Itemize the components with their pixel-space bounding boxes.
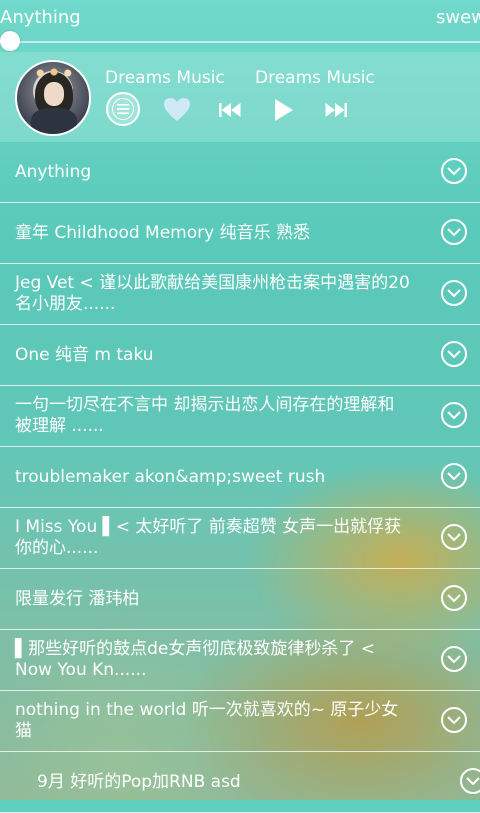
list-item-title: 一句一切尽在不言中 却揭示出恋人间存在的理解和被理解 ...... (15, 395, 395, 436)
music-player-screen: Anything swew Dreams Music Dreams Music (0, 0, 480, 813)
previous-button[interactable] (218, 92, 242, 128)
list-item[interactable]: Anything (0, 142, 480, 203)
list-item-title: nothing in the world 听一次就喜欢的~ 原子少女猫 (15, 700, 399, 741)
chevron-down-icon[interactable] (460, 768, 480, 794)
list-item[interactable]: troublemaker akon&amp;sweet rush (0, 447, 480, 508)
list-item-title: 童年 Childhood Memory 纯音乐 熟悉 (15, 222, 311, 243)
chevron-down-icon[interactable] (441, 646, 467, 672)
top-bar: Anything swew (0, 0, 480, 34)
list-item[interactable]: 9月 好听的Pop加RNB asd (0, 752, 480, 813)
progress-handle[interactable] (0, 31, 20, 51)
chevron-down-icon[interactable] (441, 585, 467, 611)
play-button[interactable] (272, 92, 296, 128)
album-art[interactable] (15, 60, 91, 136)
list-item[interactable]: Jeg Vet < 谨以此歌献给美国康州枪击案中遇害的20名小朋友...... (0, 264, 480, 325)
playlist-list: Anything 童年 Childhood Memory 纯音乐 熟悉 Jeg … (0, 142, 480, 813)
list-item[interactable]: I Miss You ▌< 太好听了 前奏超赞 女声一出就俘获你的心...... (0, 508, 480, 569)
chevron-down-icon[interactable] (441, 341, 467, 367)
list-item[interactable]: One 纯音 m taku (0, 325, 480, 386)
now-playing-panel: Dreams Music Dreams Music (0, 52, 480, 142)
play-icon (275, 99, 293, 121)
chevron-down-icon[interactable] (441, 402, 467, 428)
list-item[interactable]: 一句一切尽在不言中 却揭示出恋人间存在的理解和被理解 ...... (0, 386, 480, 447)
chevron-down-icon[interactable] (441, 158, 467, 184)
playlist-button[interactable] (106, 92, 140, 126)
artist-name: Dreams Music (255, 68, 375, 88)
chevron-down-icon[interactable] (441, 707, 467, 733)
progress-bar[interactable] (10, 41, 480, 43)
favorite-button[interactable] (162, 92, 192, 128)
list-item-title: ▌那些好听的鼓点de女声彻底极致旋律秒杀了 < Now You Kn...... (15, 639, 375, 680)
list-item[interactable]: 童年 Childhood Memory 纯音乐 熟悉 (0, 203, 480, 264)
heart-icon (164, 98, 190, 121)
list-item-title: 限量发行 潘玮柏 (15, 588, 140, 609)
header-right-text: swew (436, 7, 480, 28)
list-item-title: troublemaker akon&amp;sweet rush (15, 466, 326, 487)
list-item[interactable]: ▌那些好听的鼓点de女声彻底极致旋律秒杀了 < Now You Kn...... (0, 630, 480, 691)
previous-icon (219, 103, 241, 117)
chevron-down-icon[interactable] (441, 219, 467, 245)
list-item-title: Anything (15, 161, 92, 182)
chevron-down-icon[interactable] (441, 463, 467, 489)
list-item-title: I Miss You ▌< 太好听了 前奏超赞 女声一出就俘获你的心...... (15, 517, 402, 558)
list-item-title: 9月 好听的Pop加RNB asd (37, 771, 241, 792)
playlist-icon (112, 98, 134, 120)
list-item[interactable]: nothing in the world 听一次就喜欢的~ 原子少女猫 (0, 691, 480, 752)
next-button[interactable] (324, 92, 348, 128)
song-title: Dreams Music (105, 68, 225, 88)
chevron-down-icon[interactable] (441, 524, 467, 550)
chevron-down-icon[interactable] (441, 280, 467, 306)
current-playlist-title: Anything (0, 7, 81, 28)
next-icon (325, 103, 347, 117)
list-item[interactable]: 限量发行 潘玮柏 (0, 569, 480, 630)
list-item-title: Jeg Vet < 谨以此歌献给美国康州枪击案中遇害的20名小朋友...... (15, 273, 410, 314)
list-item-title: One 纯音 m taku (15, 344, 154, 365)
